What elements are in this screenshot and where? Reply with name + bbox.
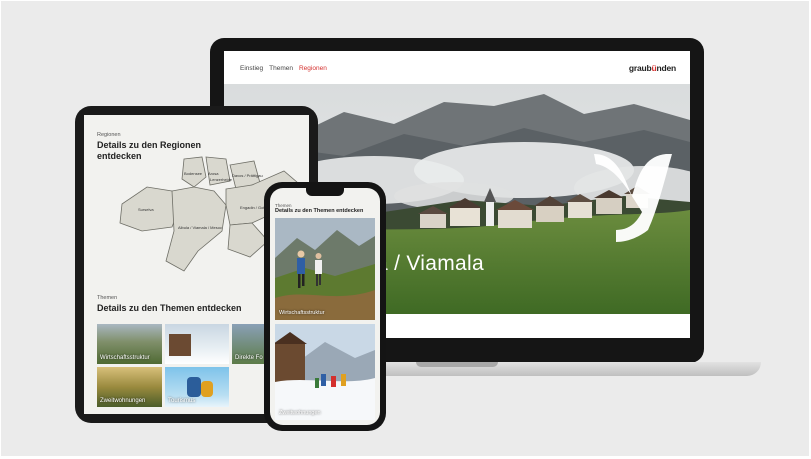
themes-heading: Details zu den Themen entdecken: [97, 303, 242, 313]
theme-tile-zweitwohnungen[interactable]: Zweitwohnungen: [97, 367, 162, 407]
theme-tile-tourismus[interactable]: Tourismus: [165, 367, 229, 407]
winter-hikers-image: [275, 324, 375, 420]
phone-card-wirtschaft[interactable]: Wirtschaftsstruktur: [275, 218, 375, 320]
theme-tile-wirtschaft[interactable]: Wirtschaftsstruktur: [97, 324, 162, 364]
phone-notch: [306, 188, 344, 196]
theme-tile-winter-chalet[interactable]: [165, 324, 229, 364]
phone-screen: Themen Details zu den Themen entdecken W…: [270, 188, 380, 425]
map-label-surselva: Surselva: [138, 207, 154, 212]
map-label-arosa: Arosa: [208, 171, 219, 176]
trail-runners-image: [275, 218, 375, 320]
graubuenden-logo[interactable]: graubünden: [629, 63, 676, 73]
map-label-bodensee: Bodensee: [184, 171, 203, 176]
nav-item-einstieg[interactable]: Einstieg: [240, 65, 263, 72]
nav-item-regionen[interactable]: Regionen: [299, 65, 327, 72]
laptop-navbar: Einstieg Themen Regionen graubünden: [224, 51, 690, 84]
map-label-davos: Davos / Prättigau: [232, 173, 263, 178]
phone-themes-heading: Details zu den Themen entdecken: [275, 208, 364, 214]
themes-kicker: Themen: [97, 295, 118, 301]
phone-card-zweitwohnungen[interactable]: Zweitwohnungen: [275, 324, 375, 420]
hero-title: a / Viamala: [376, 252, 484, 275]
map-label-albula: Albula / Viamala / Mesoc: [178, 225, 222, 230]
showcase-stage: Einstieg Themen Regionen graubünden a / …: [1, 1, 809, 456]
laptop-notch: [416, 362, 498, 367]
phone: Themen Details zu den Themen entdecken W…: [264, 182, 386, 431]
nav-item-themen[interactable]: Themen: [269, 65, 293, 72]
map-label-lenzerheide: Lenzerheide: [210, 177, 233, 182]
regions-kicker: Regionen: [97, 132, 121, 138]
map-region-south: [227, 222, 269, 258]
laptop-nav-menu: Einstieg Themen Regionen: [240, 65, 327, 72]
